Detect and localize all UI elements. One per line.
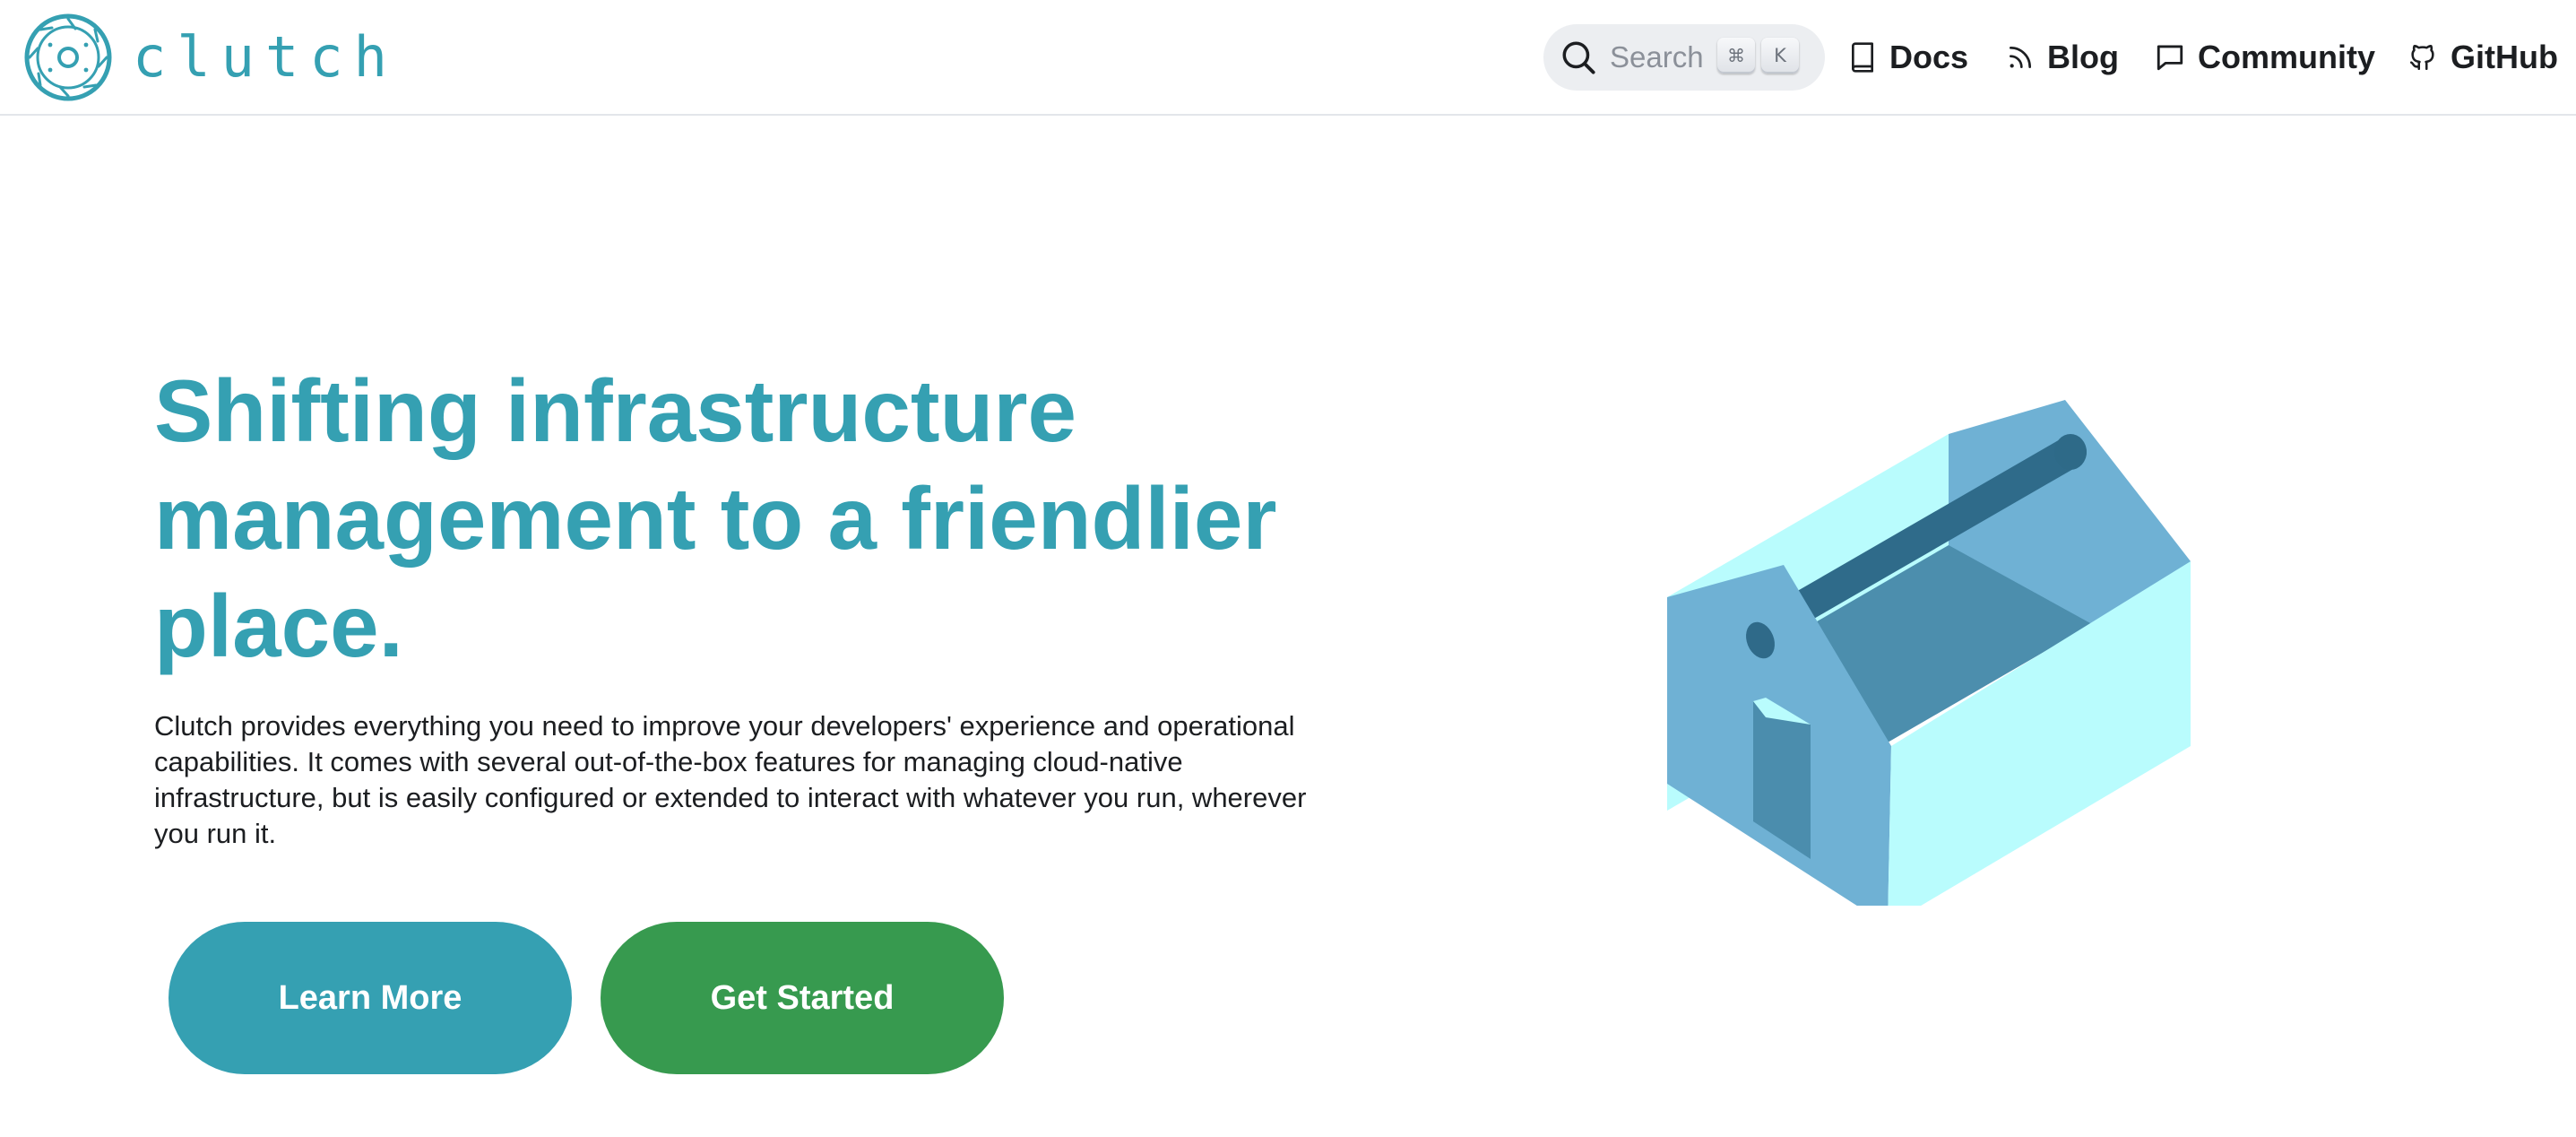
brand-name: clutch — [133, 24, 398, 90]
shortcut-command-key: ⌘ — [1717, 38, 1755, 74]
toolbox-illustration — [1667, 400, 2191, 906]
get-started-button[interactable]: Get Started — [601, 922, 1004, 1074]
nav-link-label: Docs — [1889, 39, 1969, 75]
book-icon — [1852, 42, 1873, 73]
clutch-logo-icon — [24, 13, 112, 101]
nav-link-community[interactable]: Community — [2155, 29, 2375, 86]
hero-title: Shifting infrastructure management to a … — [154, 361, 1277, 675]
chat-bubble-icon — [2157, 45, 2183, 71]
rss-icon — [2010, 47, 2031, 68]
nav-link-label: Community — [2198, 39, 2375, 75]
top-navbar: clutch Search ⌘ K Docs Blog Community Gi… — [0, 0, 2576, 116]
learn-more-button[interactable]: Learn More — [169, 922, 572, 1074]
search-icon — [1562, 41, 1595, 74]
github-icon — [2409, 45, 2434, 71]
nav-link-label: Blog — [2047, 39, 2119, 75]
brand-home-link[interactable]: clutch — [23, 13, 398, 102]
search-placeholder: Search — [1610, 40, 1704, 74]
hero-description: Clutch provides everything you need to i… — [154, 710, 1307, 849]
search-box[interactable]: Search ⌘ K — [1543, 24, 1825, 91]
shortcut-k-key: K — [1761, 38, 1799, 74]
nav-link-blog[interactable]: Blog — [2006, 29, 2119, 86]
nav-link-docs[interactable]: Docs — [1848, 29, 1968, 86]
nav-link-label: GitHub — [2451, 39, 2558, 75]
nav-link-github[interactable]: GitHub — [2407, 29, 2558, 86]
